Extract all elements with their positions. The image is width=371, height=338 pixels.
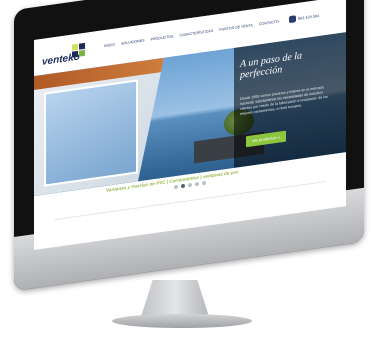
nav-item-soluciones[interactable]: SOLUCIONES: [121, 38, 145, 45]
phone-number: 902 424 364: [298, 13, 320, 21]
hero-house-photo: [34, 58, 164, 196]
nav-item-puntos-de-venta[interactable]: PUNTOS DE VENTA: [219, 23, 253, 32]
nav-item-contacto[interactable]: CONTACTO: [259, 20, 279, 27]
slider-dot[interactable]: [174, 184, 178, 190]
slider-dot[interactable]: [195, 181, 199, 187]
slider-dot[interactable]: [188, 182, 192, 188]
logo-mark-icon: [72, 42, 86, 59]
website-screen: venteko INICIO SOLUCIONES PRODUCTOS CARA…: [34, 0, 346, 250]
slider-dot-active[interactable]: [181, 183, 185, 189]
phone-contact[interactable]: 902 424 364: [289, 12, 320, 24]
monitor-base: [112, 314, 252, 328]
nav-item-inicio[interactable]: INICIO: [104, 43, 115, 49]
scene: venteko INICIO SOLUCIONES PRODUCTOS CARA…: [0, 0, 371, 338]
nav-item-caracteristicas[interactable]: CARACTERÍSTICAS: [179, 29, 213, 38]
window-frame: [44, 79, 138, 186]
nav-item-productos[interactable]: PRODUCTOS: [151, 34, 174, 41]
phone-icon: [289, 15, 296, 24]
slider-dot[interactable]: [202, 180, 206, 186]
site-logo[interactable]: venteko: [42, 42, 92, 69]
